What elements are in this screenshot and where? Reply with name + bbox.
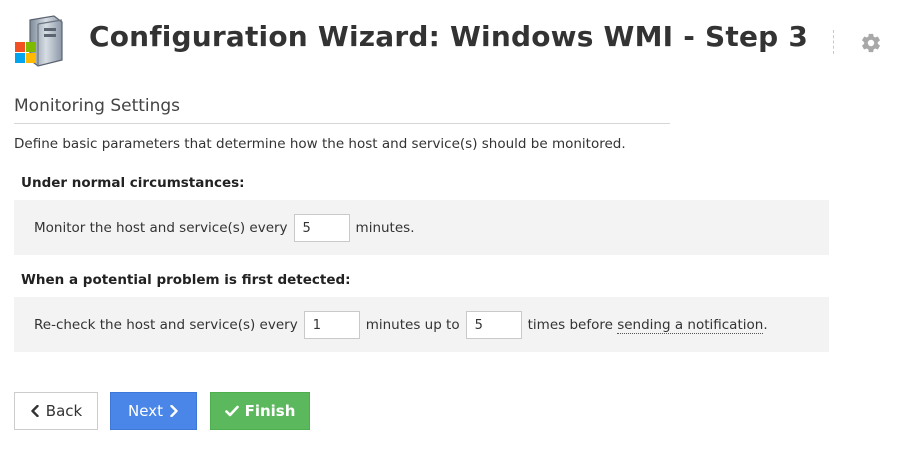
page-title: Configuration Wizard: Windows WMI - Step… xyxy=(89,20,809,53)
checkmark-icon xyxy=(224,405,239,417)
finish-button[interactable]: Finish xyxy=(210,392,310,430)
gear-icon[interactable] xyxy=(860,32,882,54)
next-button[interactable]: Next xyxy=(110,392,197,430)
retry-interval-input[interactable] xyxy=(303,311,360,339)
max-attempts-label: minutes up to xyxy=(365,317,460,333)
section-title: Monitoring Settings xyxy=(14,94,670,124)
windows-server-icon xyxy=(14,14,66,68)
back-button[interactable]: Back xyxy=(14,392,98,430)
header-divider xyxy=(833,30,834,54)
normal-settings-panel: Monitor the host and service(s) every mi… xyxy=(14,200,829,255)
check-interval-input[interactable] xyxy=(293,214,350,242)
wizard-header: Configuration Wizard: Windows WMI - Step… xyxy=(0,0,901,86)
sentence-period: . xyxy=(763,317,768,333)
check-interval-label: Monitor the host and service(s) every xyxy=(34,220,288,236)
normal-circumstances-heading: Under normal circumstances: xyxy=(21,175,245,191)
max-attempts-suffix: times before xyxy=(527,317,613,333)
back-button-label: Back xyxy=(45,402,83,420)
sending-notification-link[interactable]: sending a notification xyxy=(617,317,764,334)
problem-settings-panel: Re-check the host and service(s) every m… xyxy=(14,297,829,352)
retry-interval-label: Re-check the host and service(s) every xyxy=(34,317,298,333)
finish-button-label: Finish xyxy=(244,402,296,420)
problem-detected-heading: When a potential problem is first detect… xyxy=(21,272,351,288)
next-button-label: Next xyxy=(128,402,163,420)
check-interval-unit: minutes. xyxy=(355,220,415,236)
section-description: Define basic parameters that determine h… xyxy=(14,136,626,152)
chevron-left-icon xyxy=(30,405,40,417)
max-attempts-input[interactable] xyxy=(465,311,522,339)
chevron-right-icon xyxy=(169,405,179,417)
